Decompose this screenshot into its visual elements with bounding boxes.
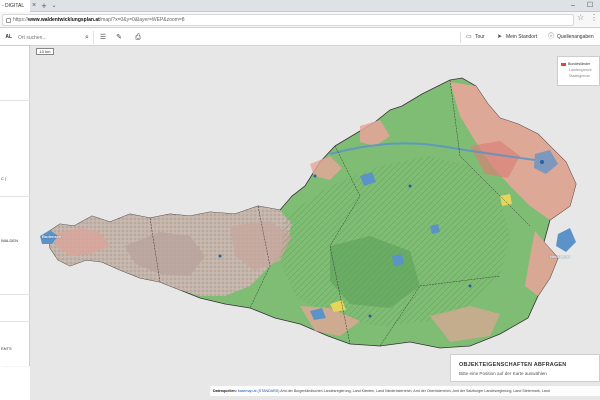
panel-text-a[interactable]: C ) xyxy=(1,176,6,181)
side-panel: C ) WALDEN ENTS xyxy=(0,46,30,366)
sources-button[interactable]: ⓘ Quellenangaben xyxy=(548,32,594,43)
scale-bar: 10 km xyxy=(36,48,54,55)
city-marker xyxy=(540,160,544,164)
city-marker xyxy=(218,254,222,258)
legend-title: Bundesländer xyxy=(568,62,591,66)
panel-divider xyxy=(0,196,30,197)
browser-menu-icon[interactable]: ⋮ xyxy=(590,13,598,22)
toolbar-divider xyxy=(460,32,461,43)
legend-row-2: Landesgrenze xyxy=(569,68,592,72)
tab-close-icon[interactable]: × xyxy=(31,0,37,12)
search-icon[interactable]: ⌕ xyxy=(80,29,94,46)
basemap-link[interactable]: basemap.at (STANDARD) xyxy=(238,389,280,393)
tour-button[interactable]: ▭ Tour xyxy=(466,32,485,43)
info-icon: ⓘ xyxy=(548,34,555,40)
object-properties-panel[interactable]: OBJEKTEIGENSCHAFTEN ABFRAGEN Bitte eine … xyxy=(450,354,600,382)
panel-divider xyxy=(0,321,30,322)
minimize-icon[interactable]: – xyxy=(566,0,580,12)
tour-icon: ▭ xyxy=(466,34,472,40)
tour-label: Tour xyxy=(475,34,485,40)
page-info-icon[interactable] xyxy=(6,18,11,23)
print-icon[interactable]: ⎙ xyxy=(131,29,145,46)
browser-tab[interactable]: - DIGITAL xyxy=(0,0,30,12)
map-view[interactable]: Bodensee Neusiedler 10 km Bundesländer L… xyxy=(30,46,600,400)
map-legend: Bundesländer Landesgrenze Staatsgrenze xyxy=(557,56,600,86)
location-arrow-icon: ➤ xyxy=(497,34,503,40)
city-marker xyxy=(468,284,472,288)
map-canvas[interactable] xyxy=(30,46,600,400)
attribution-label: Datenquellen: xyxy=(213,389,237,393)
url-field[interactable]: https://www.waldentwicklungsplan.at/map/… xyxy=(2,14,574,26)
address-bar: https://www.waldentwicklungsplan.at/map/… xyxy=(0,12,600,28)
map-label-neusiedl: Neusiedler xyxy=(550,254,571,259)
tab-list-icon[interactable]: ⌄ xyxy=(50,0,58,12)
legend-row-states: Bundesländer xyxy=(561,62,590,66)
my-location-label: Mein Standort xyxy=(506,34,538,40)
browser-tab-strip: - DIGITAL × + ⌄ – ☐ xyxy=(0,0,600,12)
app-toolbar: AL ⌕ ☰ ✎ ⎙ ▭Tour ➤Mein Standort ⓘQuellen… xyxy=(0,29,600,46)
layers-icon[interactable]: ☰ xyxy=(96,29,110,46)
object-panel-title: OBJEKTEIGENSCHAFTEN ABFRAGEN xyxy=(459,362,567,368)
city-marker xyxy=(313,174,317,178)
legend-row-3: Staatsgrenze xyxy=(569,74,591,78)
url-text[interactable]: https://www.waldentwicklungsplan.at/map/… xyxy=(13,15,185,26)
tools-icon[interactable]: ✎ xyxy=(112,29,126,46)
maximize-icon[interactable]: ☐ xyxy=(583,0,597,12)
sources-label: Quellenangaben xyxy=(557,34,594,40)
legend-swatch xyxy=(561,62,566,66)
my-location-button[interactable]: ➤ Mein Standort xyxy=(497,32,537,43)
new-tab-icon[interactable]: + xyxy=(40,0,48,12)
lake-neusiedl xyxy=(556,228,576,252)
map-label-bodensee: Bodensee xyxy=(42,234,62,239)
app-brand[interactable]: AL xyxy=(0,29,12,46)
city-marker xyxy=(408,184,412,188)
lake xyxy=(392,254,404,266)
panel-text-c[interactable]: ENTS xyxy=(1,346,12,351)
panel-divider xyxy=(0,294,30,295)
data-sources-bar: Datenquellen: basemap.at (STANDARD) Amt … xyxy=(210,386,600,396)
panel-text-b[interactable]: WALDEN xyxy=(1,238,18,243)
panel-divider xyxy=(0,100,30,101)
attribution-text: Amt der Burgenländischen Landesregierung… xyxy=(280,389,550,393)
search-input[interactable] xyxy=(18,32,82,43)
bookmark-star-icon[interactable]: ☆ xyxy=(577,13,584,22)
special-area xyxy=(500,194,512,206)
object-panel-subtitle: Bitte eine Position auf der Karte auswäh… xyxy=(459,371,547,376)
city-marker xyxy=(368,314,372,318)
